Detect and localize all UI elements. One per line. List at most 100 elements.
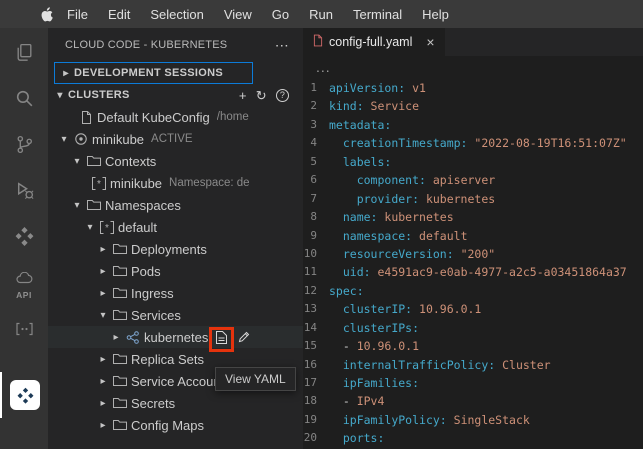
folder-icon [111,419,129,431]
activity-bar-item-run-and-debug[interactable] [0,170,48,216]
tab-bar: config-full.yaml × [303,28,643,56]
context-icon: * [98,221,116,234]
code-line: 12spec: [303,282,643,300]
activity-bar-item-search[interactable] [0,78,48,124]
code-token: creationTimestamp: [343,134,468,152]
k8s-icon [124,331,142,344]
code-token: "200" [454,245,496,263]
tree-item-pods[interactable]: ▸Pods [48,260,303,282]
close-tab-icon[interactable]: × [426,35,434,49]
section-development-sessions[interactable]: ▸ DEVELOPMENT SESSIONS [54,62,253,84]
line-number: 6 [303,171,329,189]
chevron-right-icon: ▸ [95,288,111,299]
code-token: spec: [329,282,364,300]
code-token: Service [364,97,419,115]
menu-bar: FileEditSelectionViewGoRunTerminalHelp [0,0,643,28]
activity-bar-item-cloud-apis[interactable]: API [0,262,48,308]
chevron-right-icon: ▸ [108,332,124,343]
tree-item-namespaces[interactable]: ▾Namespaces [48,194,303,216]
tree-item-ingress[interactable]: ▸ Ingress [48,282,303,304]
line-number: 4 [303,134,329,152]
workbench: API CLOUD CODE - KUBERNETES ⋯ ▸ DEVELOPM… [0,28,643,449]
code-token: labels: [343,153,391,171]
menu-item-help[interactable]: Help [412,0,459,28]
chevron-down-icon: ▾ [82,222,98,233]
code-token: clusterIPs: [343,319,419,337]
code-token: 10.96.0.1 [357,337,419,355]
code-token [329,319,343,337]
menu-item-go[interactable]: Go [262,0,299,28]
chevron-down-icon: ▾ [95,310,111,321]
menu-item-selection[interactable]: Selection [140,0,213,28]
activity-bar-item-secret-manager[interactable] [0,308,48,354]
activity-bar-item-cloud-code[interactable] [0,216,48,262]
code-token: ipFamilyPolicy: [343,411,447,429]
edit-icon[interactable] [237,330,251,344]
activity-bar-item-explorer[interactable] [0,32,48,78]
add-cluster-icon[interactable]: + [239,89,247,102]
code-line: 1apiVersion: v1 [303,79,643,97]
folder-icon [111,397,129,409]
code-line: 7 provider: kubernetes [303,190,643,208]
tree-item-deployments[interactable]: ▸Deployments [48,238,303,260]
breadcrumb[interactable]: ... [303,56,643,78]
svg-text:*: * [97,179,101,190]
menu-item-run[interactable]: Run [299,0,343,28]
refresh-icon[interactable]: ↻ [256,89,267,102]
code-token: name: [343,208,378,226]
chevron-right-icon: ▸ [95,266,111,277]
sidebar: CLOUD CODE - KUBERNETES ⋯ ▸ DEVELOPMENT … [48,28,303,449]
tree-item-config-maps[interactable]: ▸Config Maps [48,414,303,436]
chevron-down-icon: ▾ [69,200,85,211]
apple-menu-icon[interactable] [40,7,53,22]
code-editor[interactable]: 1apiVersion: v12kind: Service3metadata:4… [303,78,643,449]
code-token: metadata: [329,116,391,134]
activity-bar-item-kubernetes-explorer[interactable] [0,372,48,418]
menu-item-file[interactable]: File [57,0,98,28]
help-icon[interactable]: ? [276,89,289,102]
vscode-window: FileEditSelectionViewGoRunTerminalHelp A… [0,0,643,449]
code-line: 14 clusterIPs: [303,319,643,337]
chevron-right-icon: ▸ [58,68,74,79]
menu-item-view[interactable]: View [214,0,262,28]
tree-item-default[interactable]: ▾*default [48,216,303,238]
tree-item-default-kubeconfig[interactable]: Default KubeConfig/home [48,106,303,128]
tree-item-contexts[interactable]: ▾Contexts [48,150,303,172]
menu-item-terminal[interactable]: Terminal [343,0,412,28]
line-number: 20 [303,429,329,447]
folder-icon [111,265,129,277]
tree-item-services[interactable]: ▾Services [48,304,303,326]
chevron-right-icon: ▸ [95,244,111,255]
folder-icon [111,375,129,387]
code-line: 2kind: Service [303,97,643,115]
code-token [329,190,357,208]
folder-icon [111,353,129,365]
activity-bar-item-source-control[interactable] [0,124,48,170]
tree-item-minikube[interactable]: *minikubeNamespace: de [48,172,303,194]
more-actions-icon[interactable]: ⋯ [275,37,289,54]
line-number: 19 [303,411,329,429]
tree-item-label: Replica Sets [131,352,204,367]
code-token: ipFamilies: [343,374,419,392]
code-token [329,227,343,245]
tree-item-label: Ingress [131,286,174,301]
chevron-right-icon: ▸ [95,420,111,431]
tab-config-full-yaml[interactable]: config-full.yaml × [303,28,445,56]
sidebar-title: CLOUD CODE - KUBERNETES [65,39,227,51]
section-label: CLUSTERS [68,89,130,101]
menu-item-edit[interactable]: Edit [98,0,140,28]
code-token: uid: [343,263,371,281]
code-token [329,300,343,318]
code-token: Cluster [495,356,550,374]
view-yaml-icon[interactable] [215,330,228,345]
code-line: 19 ipFamilyPolicy: SingleStack [303,411,643,429]
code-line: 15 - 10.96.0.1 [303,337,643,355]
tree-item-detail: /home [217,111,249,123]
tree-item-secrets[interactable]: ▸Secrets [48,392,303,414]
tree-item-minikube[interactable]: ▾minikubeACTIVE [48,128,303,150]
source-control-icon [14,134,35,160]
line-number: 9 [303,227,329,245]
section-clusters[interactable]: ▾ CLUSTERS + ↻ ? [48,84,303,106]
clusters-actions: + ↻ ? [239,89,303,102]
tree-item-kubernetes[interactable]: ▸kubernetes [48,326,303,348]
